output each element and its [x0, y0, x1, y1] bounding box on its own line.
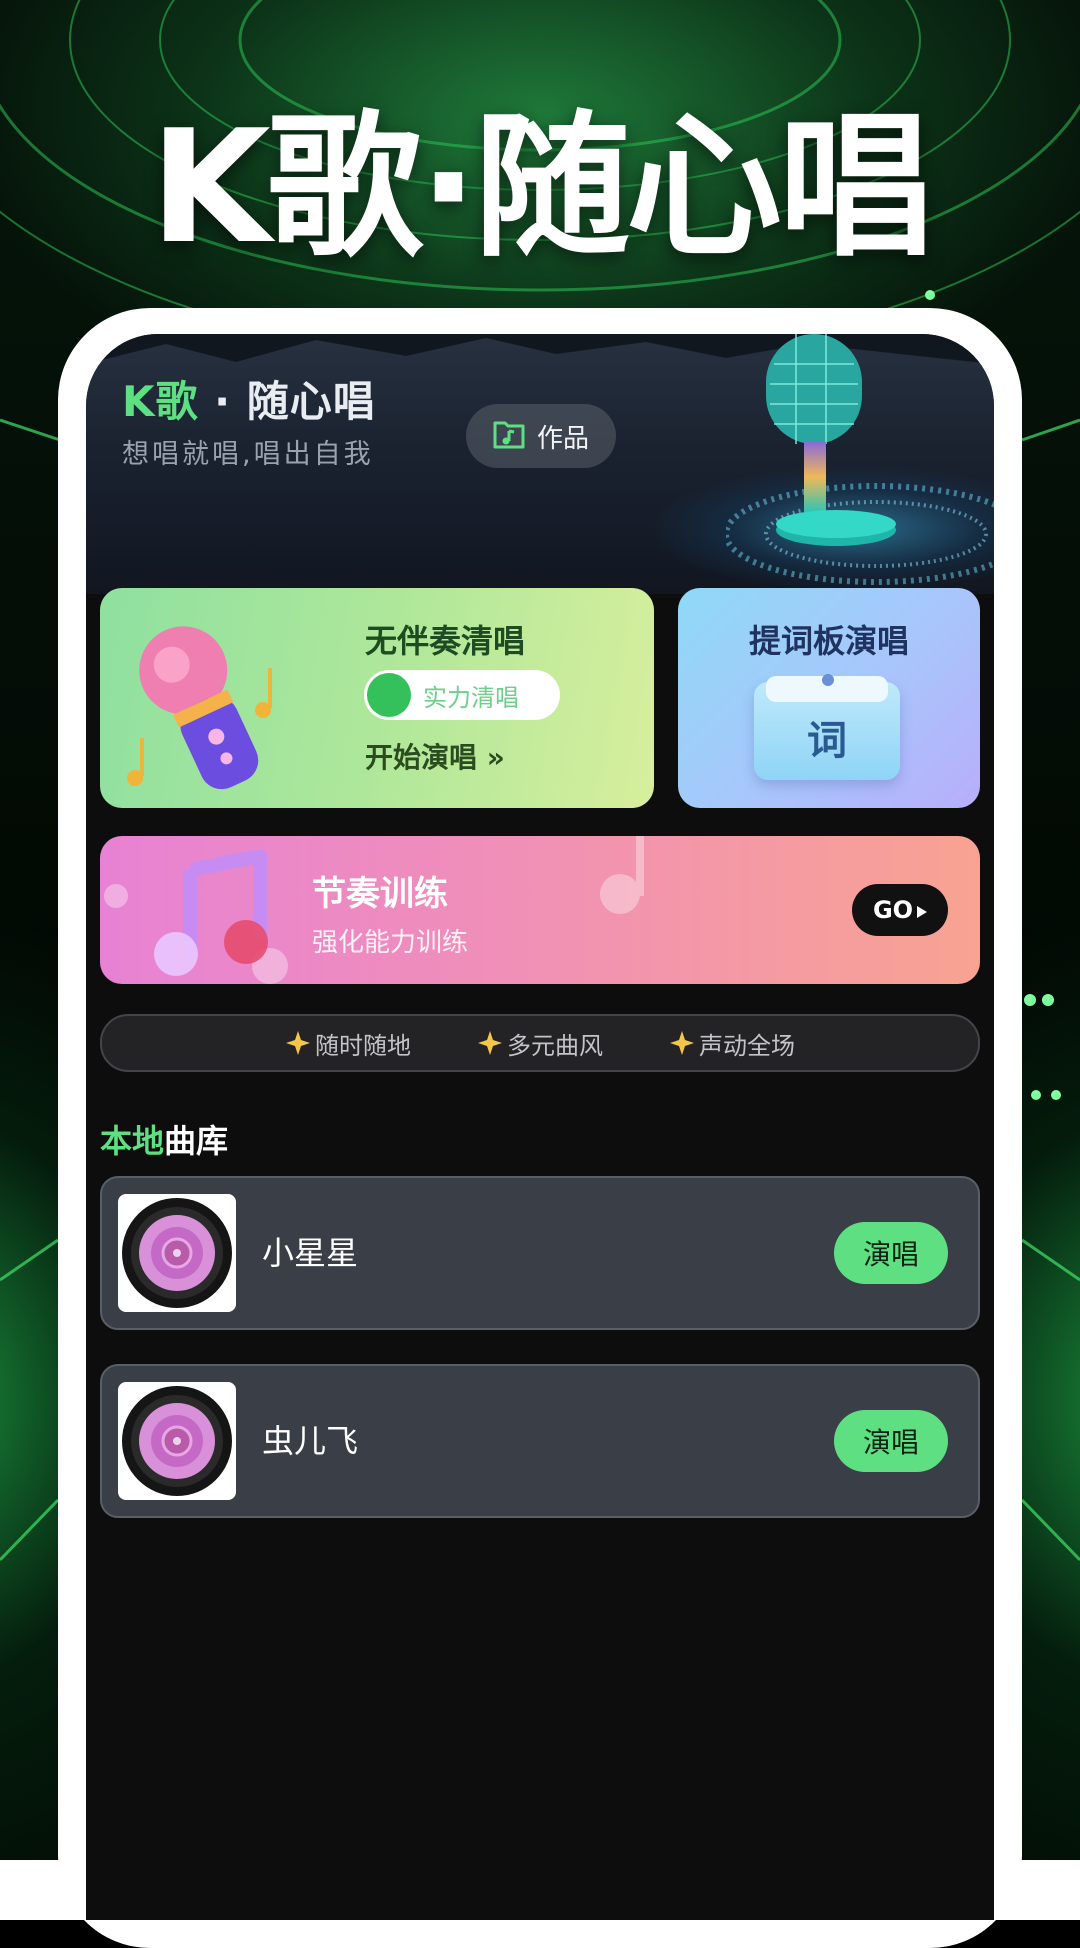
feature-item: 声动全场	[669, 1026, 795, 1061]
song-cover	[118, 1382, 236, 1500]
works-button[interactable]: 作品	[466, 404, 616, 468]
feature-item: 多元曲风	[477, 1026, 603, 1061]
works-button-label: 作品	[536, 423, 589, 454]
go-button-label: GO	[872, 896, 914, 924]
library-title-rest: 曲库	[164, 1122, 229, 1160]
library-section-title: 本地曲库	[100, 1116, 228, 1162]
toggle-knob	[367, 673, 411, 717]
feature-item: 随时随地	[285, 1026, 411, 1061]
vinyl-disc-icon	[122, 1386, 232, 1496]
folder-music-icon	[493, 419, 525, 453]
library-title-highlight: 本地	[100, 1122, 165, 1160]
lyrics-badge: 词	[807, 718, 847, 764]
app-subtitle: 想唱就唱,唱出自我	[122, 439, 374, 470]
sing-button[interactable]: 演唱	[834, 1410, 948, 1472]
vinyl-disc-icon	[122, 1198, 232, 1308]
app-screen: K歌 · 随心唱 想唱就唱,唱出自我 作品 无伴奏清唱 实力清唱 开始演唱 » …	[86, 334, 994, 1920]
no-accompaniment-title: 无伴奏清唱	[365, 622, 526, 660]
song-row[interactable]: 小星星 演唱	[100, 1176, 980, 1330]
pink-microphone-icon	[127, 626, 272, 790]
music-note-icon	[154, 850, 268, 976]
star-icon	[670, 1031, 694, 1055]
promo-title: K歌·随心唱	[149, 96, 934, 278]
start-singing-link[interactable]: 开始演唱 »	[365, 736, 505, 776]
features-strip: 随时随地 多元曲风 声动全场	[100, 1014, 980, 1072]
no-accompaniment-card[interactable]: 无伴奏清唱 实力清唱 开始演唱 »	[100, 588, 654, 808]
song-cover	[118, 1194, 236, 1312]
microphone-illustration	[726, 334, 994, 585]
feature-label: 多元曲风	[507, 1031, 603, 1060]
sing-button[interactable]: 演唱	[834, 1222, 948, 1284]
app-title-rest: · 随心唱	[198, 377, 376, 426]
song-name: 虫儿飞	[262, 1422, 359, 1460]
board-pin	[822, 674, 834, 686]
acapella-toggle[interactable]: 实力清唱	[364, 670, 560, 720]
teleprompter-title: 提词板演唱	[748, 622, 909, 660]
rhythm-training-title: 节奏训练	[312, 874, 448, 914]
song-name: 小星星	[262, 1234, 359, 1272]
rhythm-training-card[interactable]: 节奏训练 强化能力训练 GO	[100, 836, 980, 984]
feature-label: 声动全场	[699, 1031, 795, 1060]
acapella-toggle-label: 实力清唱	[423, 683, 519, 712]
go-button[interactable]: GO	[852, 884, 948, 936]
app-title: K歌 · 随心唱	[122, 368, 376, 429]
feature-label: 随时随地	[315, 1031, 411, 1060]
rhythm-training-subtitle: 强化能力训练	[312, 928, 469, 958]
app-header: K歌 · 随心唱 想唱就唱,唱出自我 作品	[86, 334, 994, 594]
play-arrow-icon	[917, 896, 928, 924]
song-row[interactable]: 虫儿飞 演唱	[100, 1364, 980, 1518]
app-title-k: K歌	[122, 377, 199, 426]
teleprompter-card[interactable]: 提词板演唱 词	[678, 588, 980, 808]
star-icon	[286, 1031, 310, 1055]
star-icon	[478, 1031, 502, 1055]
